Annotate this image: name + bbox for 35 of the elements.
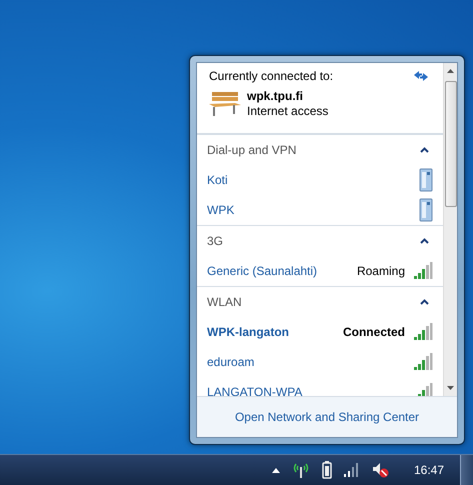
server-icon	[419, 168, 433, 192]
signal-strength-icon	[413, 323, 433, 341]
scroll-down-icon[interactable]	[447, 386, 454, 390]
signal-icon[interactable]	[344, 463, 360, 477]
bench-icon	[209, 91, 241, 117]
connected-heading: Currently connected to:	[209, 69, 334, 83]
group-heading: WLAN	[207, 295, 242, 309]
antenna-icon[interactable]	[292, 461, 310, 479]
connection-status: Connected	[342, 325, 405, 339]
muted-speaker-icon[interactable]	[372, 462, 390, 478]
scroll-up-icon[interactable]	[447, 69, 454, 73]
network-item[interactable]: Generic (Saunalahti)	[207, 264, 349, 278]
network-name: wpk.tpu.fi	[247, 89, 304, 104]
show-desktop-button[interactable]	[460, 455, 473, 485]
signal-strength-icon	[413, 353, 433, 371]
network-item[interactable]: Koti	[207, 173, 411, 187]
group-heading: Dial-up and VPN	[207, 143, 296, 157]
access-status: Internet access	[247, 104, 328, 119]
collapse-caret-icon[interactable]	[420, 238, 429, 244]
refresh-icon[interactable]	[413, 70, 429, 82]
connection-status: Roaming	[356, 264, 405, 278]
network-item[interactable]: WPK-langaton	[207, 325, 335, 339]
network-item[interactable]: LANGATON-WPA	[207, 385, 405, 396]
signal-strength-icon	[413, 262, 433, 280]
scrollbar-thumb[interactable]	[444, 81, 456, 207]
show-hidden-icons-icon[interactable]	[272, 468, 280, 472]
server-icon	[419, 198, 433, 222]
network-item[interactable]: eduroam	[207, 355, 405, 369]
battery-icon[interactable]	[322, 461, 332, 479]
network-item[interactable]: WPK	[207, 203, 411, 217]
scrollbar[interactable]	[443, 63, 457, 396]
group-heading: 3G	[207, 234, 224, 248]
clock[interactable]: 16:47	[414, 463, 444, 477]
collapse-caret-icon[interactable]	[420, 299, 429, 305]
collapse-caret-icon[interactable]	[420, 147, 429, 153]
